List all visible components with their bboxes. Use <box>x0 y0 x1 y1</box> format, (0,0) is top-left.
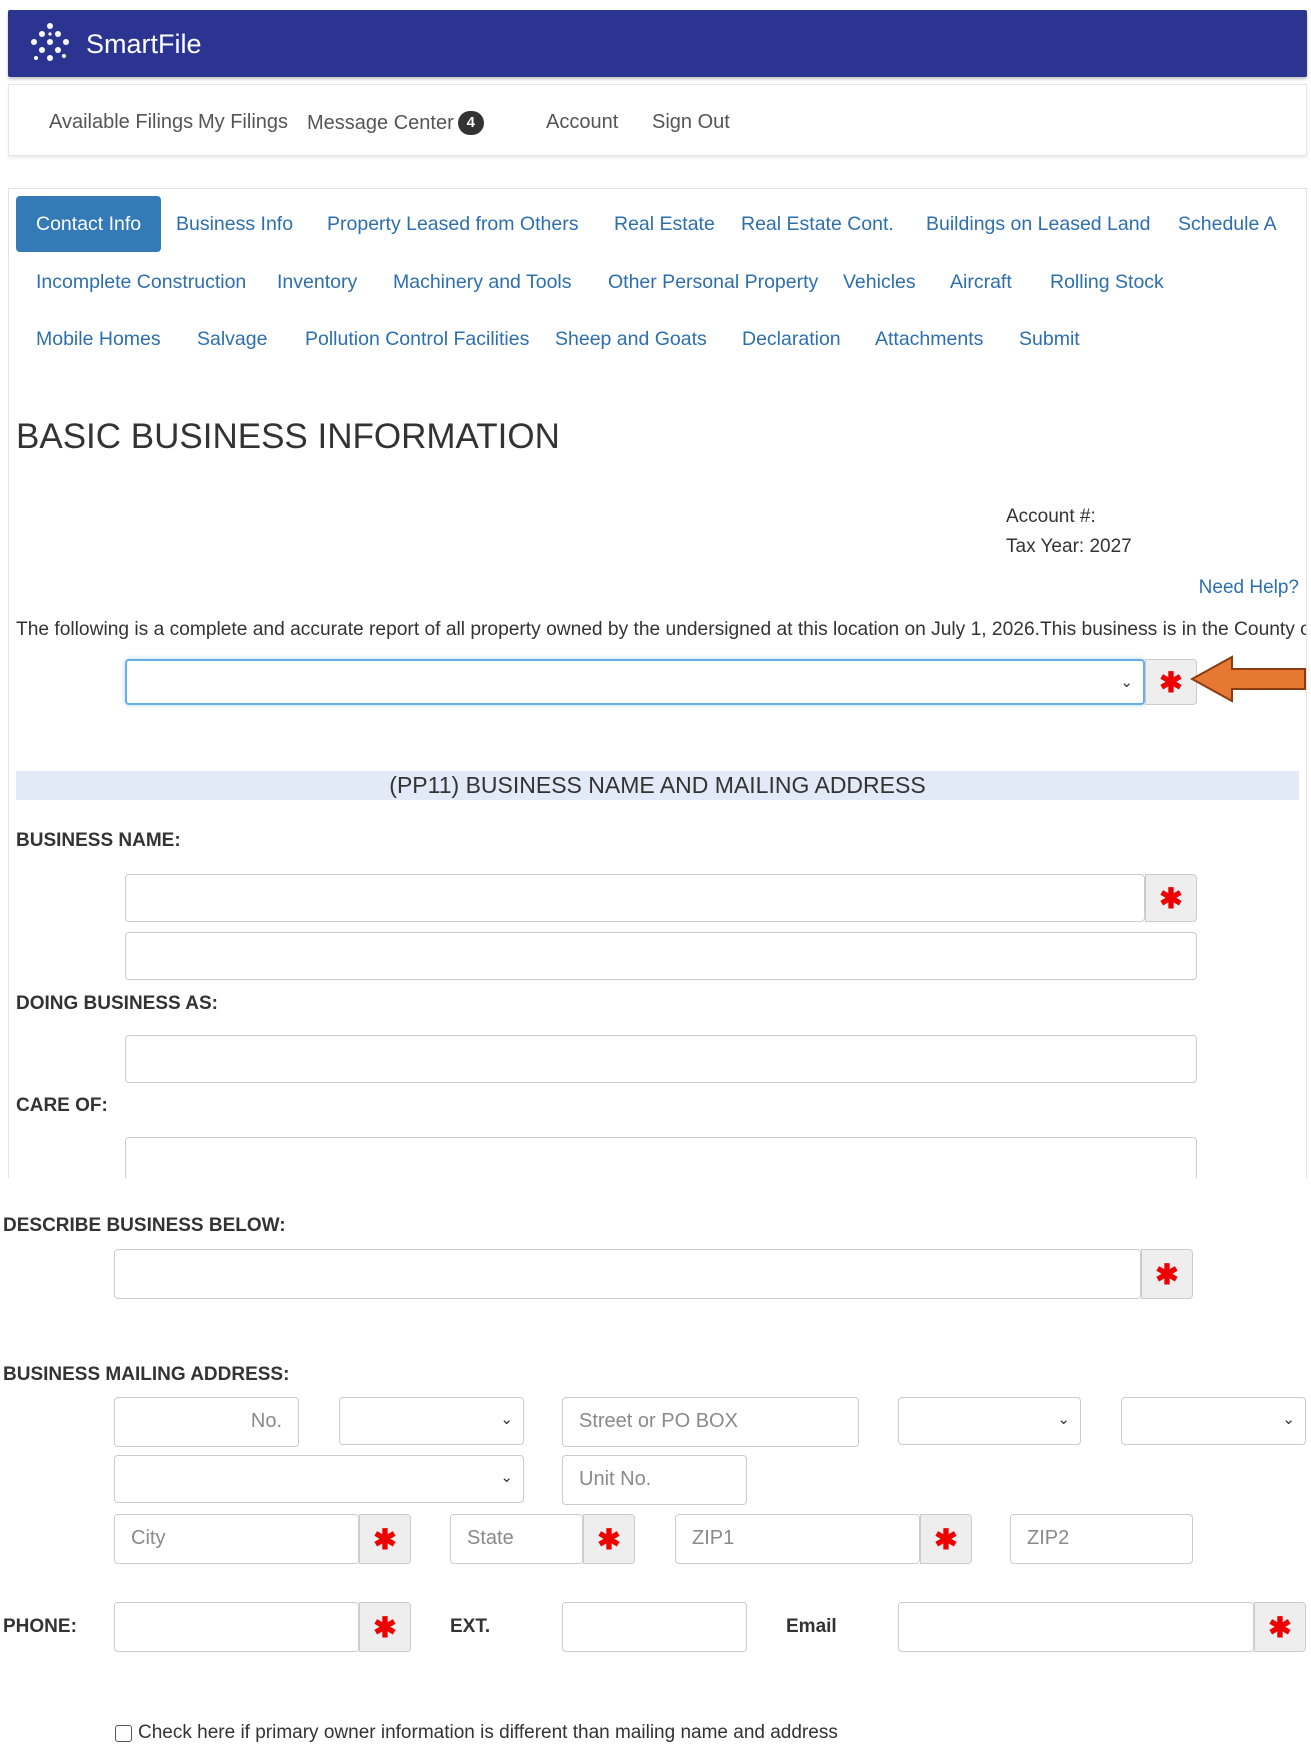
app-header: SmartFile <box>8 10 1307 77</box>
need-help-link[interactable]: Need Help? <box>1199 577 1299 599</box>
ext-label: EXT. <box>450 1616 491 1637</box>
state-input[interactable]: State <box>450 1514 583 1564</box>
nav-message-center[interactable]: Message Center 4 <box>307 111 484 135</box>
tab-attachments[interactable]: Attachments <box>855 311 1003 367</box>
describe-business-input[interactable] <box>114 1249 1141 1299</box>
chevron-down-icon: ⌄ <box>500 1469 513 1486</box>
checkbox-label: Check here if primary owner information … <box>138 1722 838 1743</box>
tab-sheep-goats[interactable]: Sheep and Goats <box>535 311 727 367</box>
tab-rolling-stock[interactable]: Rolling Stock <box>1030 254 1184 310</box>
required-icon: ✱ <box>920 1514 972 1564</box>
tab-incomplete-construction[interactable]: Incomplete Construction <box>16 254 266 310</box>
section-header: (PP11) BUSINESS NAME AND MAILING ADDRESS <box>16 771 1299 800</box>
main-nav: Available Filings My Filings Message Cen… <box>8 84 1307 156</box>
account-number-label: Account #: <box>1006 506 1096 527</box>
tab-property-leased[interactable]: Property Leased from Others <box>307 196 598 252</box>
mailing-address-label: BUSINESS MAILING ADDRESS: <box>3 1364 290 1385</box>
lower-form: DESCRIBE BUSINESS BELOW: ✱ BUSINESS MAIL… <box>0 1178 1311 1747</box>
tab-inventory[interactable]: Inventory <box>257 254 377 310</box>
chevron-down-icon: ⌄ <box>1057 1411 1070 1428</box>
street-name-input[interactable]: Street or PO BOX <box>562 1397 859 1447</box>
unit-type-select[interactable]: ⌄ <box>114 1455 524 1503</box>
page-title: BASIC BUSINESS INFORMATION <box>16 417 560 456</box>
tab-vehicles[interactable]: Vehicles <box>823 254 936 310</box>
required-icon: ✱ <box>583 1514 635 1564</box>
tab-business-info[interactable]: Business Info <box>156 196 313 252</box>
required-icon: ✱ <box>359 1602 411 1652</box>
nav-my-filings[interactable]: My Filings <box>198 111 288 134</box>
tab-machinery-tools[interactable]: Machinery and Tools <box>373 254 592 310</box>
tab-submit[interactable]: Submit <box>999 311 1100 367</box>
tab-salvage[interactable]: Salvage <box>177 311 287 367</box>
tab-schedule-a[interactable]: Schedule A <box>1158 196 1297 252</box>
business-name-line2-input[interactable] <box>125 932 1197 980</box>
smartfile-logo-icon <box>31 23 69 61</box>
arrow-pointer-icon <box>1190 655 1306 703</box>
tab-real-estate[interactable]: Real Estate <box>594 196 735 252</box>
email-label: Email <box>786 1616 837 1637</box>
nav-account[interactable]: Account <box>546 111 618 134</box>
brand[interactable]: SmartFile <box>28 22 202 66</box>
business-name-label: BUSINESS NAME: <box>16 830 181 851</box>
care-of-input[interactable] <box>125 1137 1197 1178</box>
street-number-input[interactable]: No. <box>114 1397 299 1447</box>
street-suffix-select[interactable]: ⌄ <box>898 1397 1081 1445</box>
tab-declaration[interactable]: Declaration <box>722 311 861 367</box>
zip1-placeholder: ZIP1 <box>692 1527 735 1549</box>
chevron-down-icon: ⌄ <box>1120 674 1133 691</box>
dba-input[interactable] <box>125 1035 1197 1083</box>
business-name-input[interactable] <box>125 874 1145 922</box>
care-of-label: CARE OF: <box>16 1095 108 1116</box>
app-name: SmartFile <box>86 28 202 59</box>
required-icon: ✱ <box>359 1514 411 1564</box>
ext-input[interactable] <box>562 1602 747 1652</box>
required-icon: ✱ <box>1145 874 1197 922</box>
phone-input[interactable] <box>114 1602 359 1652</box>
primary-owner-different-checkbox[interactable]: Check here if primary owner information … <box>115 1722 838 1744</box>
zip1-input[interactable]: ZIP1 <box>675 1514 920 1564</box>
street-name-placeholder: Street or PO BOX <box>579 1410 738 1432</box>
county-select[interactable]: ⌄ <box>125 659 1145 705</box>
zip2-placeholder: ZIP2 <box>1027 1527 1070 1549</box>
tab-contact-info[interactable]: Contact Info <box>16 196 162 252</box>
account-info: Account #: Tax Year: 2027 <box>1006 502 1132 562</box>
nav-sign-out[interactable]: Sign Out <box>652 111 730 134</box>
dba-label: DOING BUSINESS AS: <box>16 993 218 1014</box>
chevron-down-icon: ⌄ <box>500 1411 513 1428</box>
intro-text: The following is a complete and accurate… <box>16 619 1307 640</box>
nav-message-center-label: Message Center <box>307 112 454 134</box>
tab-real-estate-cont[interactable]: Real Estate Cont. <box>721 196 914 252</box>
post-direction-select[interactable]: ⌄ <box>1121 1397 1306 1445</box>
form-panel: Contact Info Business Info Property Leas… <box>8 188 1307 1178</box>
phone-label: PHONE: <box>3 1616 77 1637</box>
city-placeholder: City <box>131 1527 166 1549</box>
tab-buildings-leased-land[interactable]: Buildings on Leased Land <box>906 196 1170 252</box>
state-placeholder: State <box>467 1527 514 1549</box>
street-direction-select[interactable]: ⌄ <box>339 1397 524 1445</box>
chevron-down-icon: ⌄ <box>1282 1411 1295 1428</box>
nav-available-filings[interactable]: Available Filings <box>49 111 193 134</box>
tab-other-personal-property[interactable]: Other Personal Property <box>588 254 838 310</box>
email-input[interactable] <box>898 1602 1254 1652</box>
zip2-input[interactable]: ZIP2 <box>1010 1514 1193 1564</box>
required-icon: ✱ <box>1254 1602 1306 1652</box>
tab-pollution-control[interactable]: Pollution Control Facilities <box>285 311 549 367</box>
tab-mobile-homes[interactable]: Mobile Homes <box>16 311 181 367</box>
checkbox-icon[interactable] <box>115 1724 132 1742</box>
unit-number-input[interactable]: Unit No. <box>562 1455 747 1505</box>
unit-number-placeholder: Unit No. <box>579 1468 652 1490</box>
message-count-badge: 4 <box>457 111 484 135</box>
city-input[interactable]: City <box>114 1514 359 1564</box>
required-icon: ✱ <box>1141 1249 1193 1299</box>
street-number-placeholder: No. <box>250 1410 282 1432</box>
describe-business-label: DESCRIBE BUSINESS BELOW: <box>3 1215 286 1236</box>
tax-year: Tax Year: 2027 <box>1006 536 1132 557</box>
tab-aircraft[interactable]: Aircraft <box>930 254 1032 310</box>
